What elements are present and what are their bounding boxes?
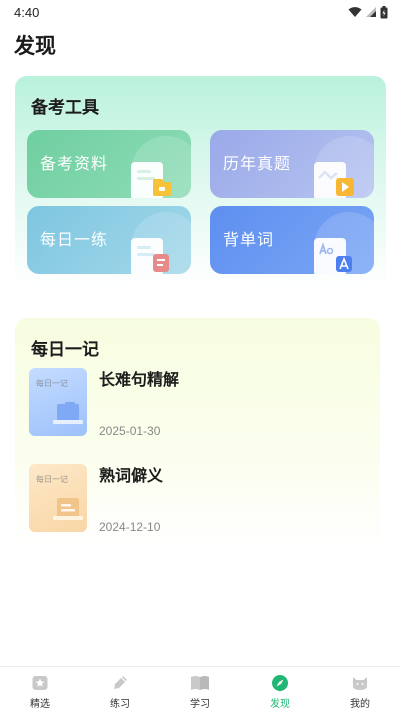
wifi-icon <box>348 7 362 17</box>
note-date: 2025-01-30 <box>99 424 161 438</box>
note-item-long-sentences[interactable]: 每日一记 长难句精解 2025-01-30 <box>29 368 359 442</box>
nav-label: 我的 <box>350 699 370 710</box>
status-bar: 4:40 <box>0 0 400 24</box>
nav-label: 发现 <box>270 699 290 710</box>
nav-item-practice[interactable]: 练习 <box>80 667 160 712</box>
note-thumbnail: 每日一记 <box>29 464 87 532</box>
folder-icon <box>131 162 171 198</box>
daily-notes-card: 每日一记 每日一记 长难句精解 2025-01-30 每日一记 熟词僻义 202… <box>15 318 380 548</box>
nav-label: 学习 <box>190 699 210 710</box>
daily-practice-tile[interactable]: 每日一练 <box>27 206 191 274</box>
note-date: 2024-12-10 <box>99 520 161 534</box>
nav-label: 练习 <box>110 699 130 710</box>
prep-materials-label: 备考资料 <box>40 154 109 173</box>
daily-notes-title: 每日一记 <box>31 340 99 360</box>
page-title: 发现 <box>14 34 56 58</box>
cat-face-icon <box>350 673 370 693</box>
daily-practice-label: 每日一练 <box>40 230 109 249</box>
document-icon <box>131 238 169 274</box>
battery-icon <box>380 5 388 18</box>
pencil-icon <box>110 673 130 693</box>
note-thumbnail: 每日一记 <box>29 368 87 436</box>
vocabulary-tile[interactable]: 背单词 <box>210 206 374 274</box>
past-exams-tile[interactable]: 历年真题 <box>210 130 374 198</box>
note-title: 长难句精解 <box>99 370 180 389</box>
nav-item-profile[interactable]: 我的 <box>320 667 400 712</box>
document-icon <box>53 498 83 520</box>
nav-label: 精选 <box>30 699 50 710</box>
note-item-rare-meanings[interactable]: 每日一记 熟词僻义 2024-12-10 <box>29 464 359 538</box>
notebook-icon <box>53 402 83 424</box>
nav-item-discover[interactable]: 发现 <box>240 667 320 712</box>
prep-tools-card: 备考工具 备考资料 历年真题 每日一练 背单词 <box>15 76 386 288</box>
star-icon <box>30 673 50 693</box>
bottom-nav: 精选 练习 学习 发现 我的 <box>0 666 400 712</box>
status-icons <box>348 5 388 19</box>
vocabulary-label: 背单词 <box>223 230 275 249</box>
compass-icon <box>270 673 290 693</box>
nav-item-featured[interactable]: 精选 <box>0 667 80 712</box>
prep-materials-tile[interactable]: 备考资料 <box>27 130 191 198</box>
book-icon <box>190 673 210 693</box>
prep-tools-title: 备考工具 <box>31 98 99 118</box>
note-title: 熟词僻义 <box>99 466 164 485</box>
letter-icon <box>314 238 352 274</box>
past-exams-label: 历年真题 <box>223 154 292 173</box>
play-icon <box>314 162 354 198</box>
nav-item-study[interactable]: 学习 <box>160 667 240 712</box>
status-time: 4:40 <box>14 4 40 20</box>
signal-icon <box>366 7 376 17</box>
